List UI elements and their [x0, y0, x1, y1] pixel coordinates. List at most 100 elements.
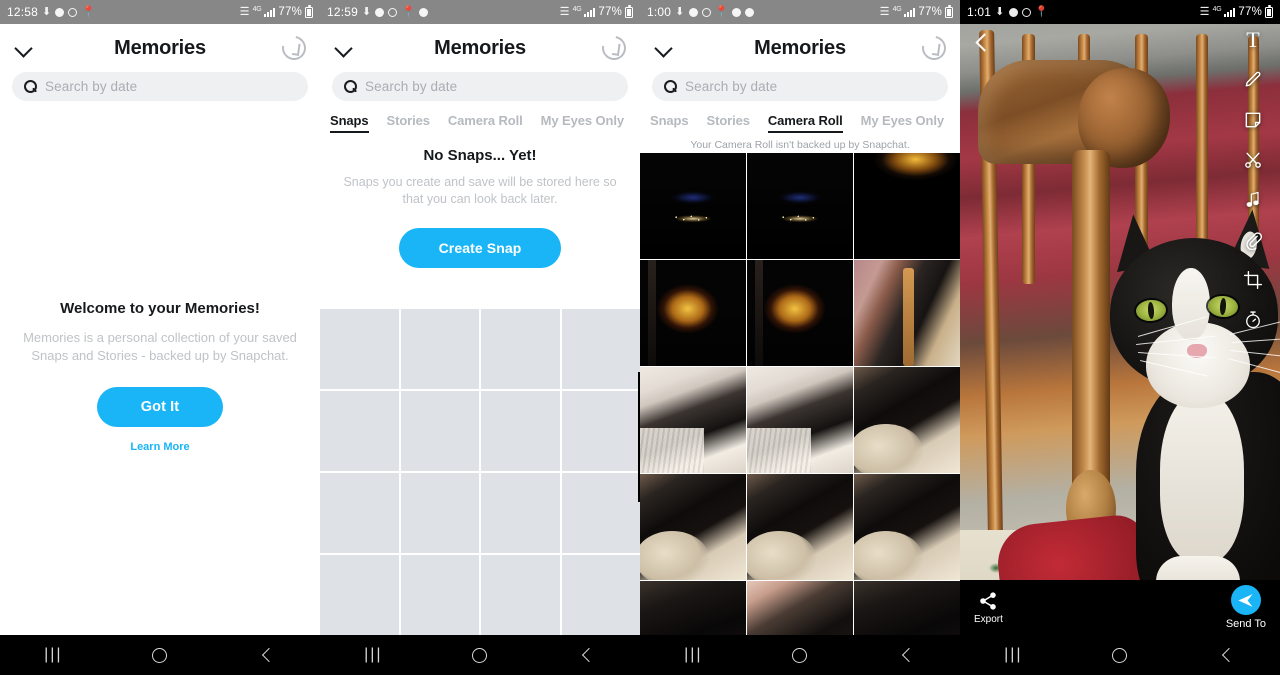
status-bar-left: 1:00 ⬇ 📍: [647, 5, 755, 19]
create-snap-button[interactable]: Create Snap: [398, 228, 562, 268]
camera-roll-thumbnail[interactable]: [640, 581, 746, 635]
nav-back-button[interactable]: [1205, 643, 1249, 667]
download-icon: ⬇: [362, 5, 372, 18]
home-circle-icon: [152, 647, 168, 663]
camera-roll-thumbnail[interactable]: [747, 260, 853, 366]
panel-memories-snaps: 12:59 ⬇ 📍 ☰ 4G 77% Memories Search by da…: [320, 0, 640, 675]
thumbnail-image: [640, 367, 746, 473]
thumbnail-image: [747, 581, 853, 635]
nav-recents-button[interactable]: |||: [671, 643, 715, 667]
send-to-button[interactable]: Send To: [1226, 585, 1266, 630]
camera-roll-thumbnail[interactable]: [640, 474, 746, 580]
camera-roll-thumbnail[interactable]: [854, 581, 960, 635]
search-placeholder: Search by date: [45, 79, 138, 94]
panel-memories-welcome: 12:58 ⬇ 📍 ☰ 4G 77% Memories Search by da…: [0, 0, 320, 675]
nav-back-button[interactable]: [885, 643, 929, 667]
camera-roll-thumbnail[interactable]: [747, 367, 853, 473]
crop-tool-icon[interactable]: [1241, 268, 1265, 292]
clock-icon: [68, 7, 78, 17]
camera-roll-thumbnail[interactable]: [640, 260, 746, 366]
music-tool-icon[interactable]: [1241, 188, 1265, 212]
camera-roll-thumbnail[interactable]: [854, 474, 960, 580]
memories-tabs: Snaps Stories Camera Roll My Eyes Only: [320, 111, 640, 133]
placeholder-cell: [400, 555, 479, 635]
tab-snaps[interactable]: Snaps: [330, 111, 369, 133]
thumbnail-image: [747, 367, 853, 473]
status-bar: 1:00 ⬇ 📍 ☰ 4G 77%: [640, 0, 960, 24]
camera-roll-thumbnail[interactable]: [747, 581, 853, 635]
thumbnail-image: [854, 367, 960, 473]
share-icon: [980, 591, 997, 610]
camera-roll-thumbnail[interactable]: [640, 153, 746, 259]
chevron-down-icon[interactable]: [334, 38, 354, 58]
scissors-tool-icon[interactable]: [1241, 148, 1265, 172]
android-nav-bar: |||: [0, 635, 320, 675]
gear-icon: [55, 7, 65, 17]
home-circle-icon: [1112, 647, 1128, 663]
android-nav-bar: |||: [960, 635, 1280, 675]
welcome-card: Welcome to your Memories! Memories is a …: [0, 300, 320, 453]
empty-state-heading: No Snaps... Yet!: [423, 147, 537, 164]
android-nav-bar: |||: [320, 635, 640, 675]
tab-stories[interactable]: Stories: [387, 111, 430, 133]
status-bar: 12:58 ⬇ 📍 ☰ 4G 77%: [0, 0, 320, 24]
welcome-body: Memories is a personal collection of you…: [23, 330, 297, 363]
screenshot-strip: 12:58 ⬇ 📍 ☰ 4G 77% Memories Search by da…: [0, 0, 1280, 675]
thumbnail-image: [854, 474, 960, 580]
placeholder-cell: [561, 391, 640, 471]
wifi-icon: ☰: [559, 5, 570, 18]
send-to-label: Send To: [1225, 618, 1266, 630]
nav-home-button[interactable]: [138, 643, 182, 667]
tab-camera-roll[interactable]: Camera Roll: [448, 111, 523, 133]
camera-roll-thumbnail[interactable]: [854, 367, 960, 473]
placeholder-cell: [400, 473, 479, 553]
text-tool-icon[interactable]: T: [1241, 28, 1265, 52]
nav-recents-button[interactable]: |||: [351, 643, 395, 667]
sticker-tool-icon[interactable]: [1241, 108, 1265, 132]
android-nav-bar: |||: [640, 635, 960, 675]
tab-my-eyes-only[interactable]: My Eyes Only: [861, 111, 944, 133]
search-input[interactable]: Search by date: [332, 72, 628, 101]
placeholder-cell: [481, 391, 560, 471]
chevron-down-icon[interactable]: [14, 38, 34, 58]
chevron-left-icon[interactable]: [974, 34, 990, 50]
nav-home-button[interactable]: [458, 643, 502, 667]
attach-tool-icon[interactable]: [1241, 228, 1265, 252]
nav-home-button[interactable]: [778, 643, 822, 667]
tab-snaps[interactable]: Snaps: [650, 111, 689, 133]
battery-icon: [625, 4, 633, 18]
nav-home-button[interactable]: [1098, 643, 1142, 667]
camera-roll-grid: [640, 153, 960, 635]
search-input[interactable]: Search by date: [12, 72, 308, 101]
search-icon: [24, 80, 37, 93]
camera-roll-thumbnail[interactable]: [854, 260, 960, 366]
camera-roll-thumbnail[interactable]: [747, 474, 853, 580]
tab-stories[interactable]: Stories: [707, 111, 750, 133]
timer-tool-icon[interactable]: [1241, 308, 1265, 332]
chevron-down-icon[interactable]: [654, 38, 674, 58]
search-input[interactable]: Search by date: [652, 72, 948, 101]
status-time: 1:00: [647, 5, 672, 19]
thumbnail-image: [854, 581, 960, 635]
export-button[interactable]: Export: [974, 591, 1003, 625]
draw-tool-icon[interactable]: [1241, 68, 1265, 92]
camera-roll-thumbnail[interactable]: [747, 153, 853, 259]
nav-back-button[interactable]: [565, 643, 609, 667]
status-bar-right: ☰ 4G 77%: [559, 4, 633, 18]
got-it-button[interactable]: Got It: [96, 387, 224, 427]
home-circle-icon: [792, 647, 808, 663]
nav-recents-button[interactable]: |||: [31, 643, 75, 667]
cat-chest: [1160, 392, 1244, 562]
camera-roll-thumbnail[interactable]: [854, 153, 960, 259]
learn-more-link[interactable]: Learn More: [18, 441, 302, 453]
camera-roll-thumbnail[interactable]: [640, 367, 746, 473]
chevron-left-icon: [901, 649, 913, 661]
gear-icon-2: [419, 7, 429, 17]
status-bar: 1:01 ⬇ 📍 ☰ 4G 77%: [960, 0, 1280, 24]
status-bar-right: ☰ 4G 77%: [1200, 4, 1273, 18]
placeholder-cell: [481, 309, 560, 389]
tab-camera-roll[interactable]: Camera Roll: [767, 111, 843, 133]
tab-my-eyes-only[interactable]: My Eyes Only: [541, 111, 624, 133]
nav-recents-button[interactable]: |||: [991, 643, 1035, 667]
nav-back-button[interactable]: [245, 643, 289, 667]
